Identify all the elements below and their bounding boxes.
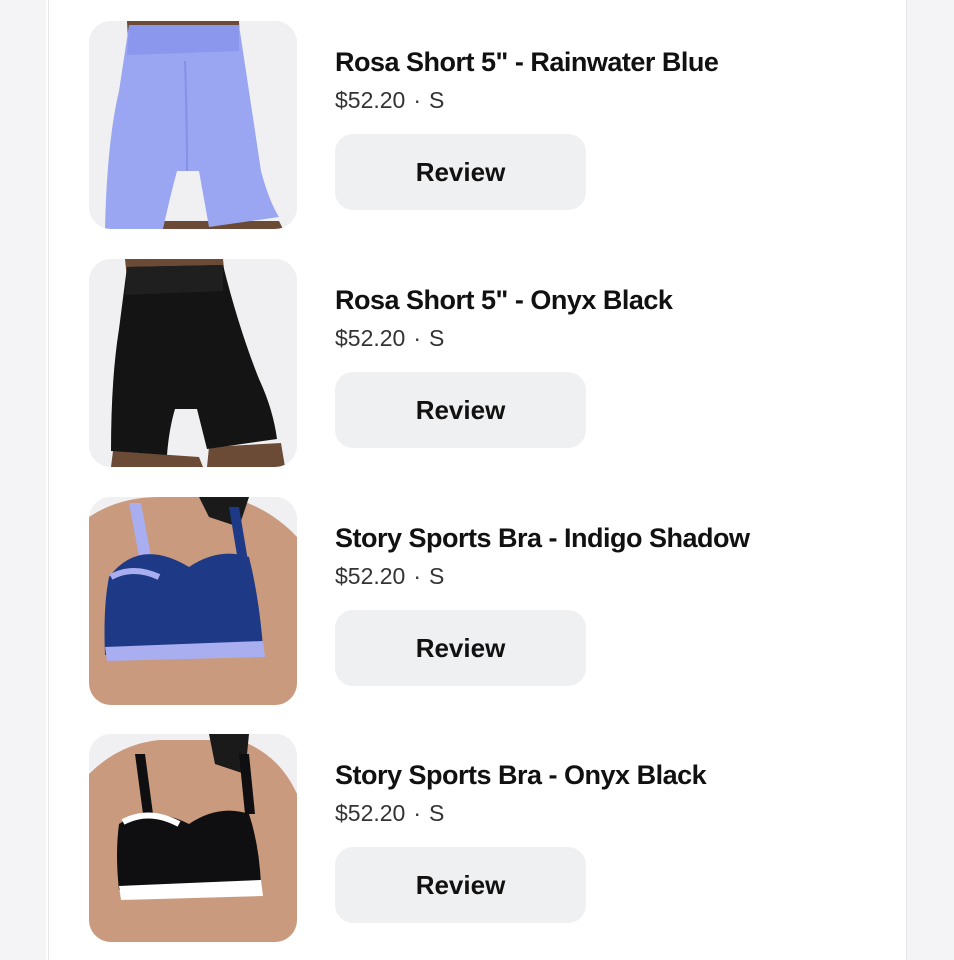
product-photo-shorts-black [89,259,297,467]
product-photo-bra-indigo [89,497,297,705]
meta-separator: · [413,87,422,113]
product-image[interactable] [89,21,297,229]
product-price: $52.20 [335,325,406,351]
product-image[interactable] [89,734,297,942]
list-item: Story Sports Bra - Indigo Shadow $52.20 ·… [49,497,906,709]
product-image[interactable] [89,497,297,705]
product-price: $52.20 [335,563,406,589]
list-item: Rosa Short 5" - Rainwater Blue $52.20 · S … [49,21,906,233]
product-title[interactable]: Story Sports Bra - Indigo Shadow [335,523,750,554]
review-button[interactable]: Review [335,847,586,923]
page: Rosa Short 5" - Rainwater Blue $52.20 · S … [0,0,954,960]
product-title[interactable]: Rosa Short 5" - Onyx Black [335,285,673,316]
review-button[interactable]: Review [335,134,586,210]
meta-separator: · [413,563,422,589]
product-price: $52.20 [335,800,406,826]
product-title[interactable]: Story Sports Bra - Onyx Black [335,760,707,791]
review-button[interactable]: Review [335,372,586,448]
product-photo-bra-black [89,734,297,942]
meta-separator: · [413,325,422,351]
order-items-card: Rosa Short 5" - Rainwater Blue $52.20 · S … [48,0,907,960]
product-price: $52.20 [335,87,406,113]
product-meta: $52.20 · S [335,87,444,114]
product-image[interactable] [89,259,297,467]
product-size: S [429,563,445,589]
product-size: S [429,800,445,826]
product-meta: $52.20 · S [335,800,444,827]
product-photo-shorts-blue [89,21,297,229]
product-meta: $52.20 · S [335,325,444,352]
product-size: S [429,87,445,113]
meta-separator: · [413,800,422,826]
list-item: Rosa Short 5" - Onyx Black $52.20 · S Revi… [49,259,906,471]
list-item: Story Sports Bra - Onyx Black $52.20 · S R… [49,734,906,946]
product-meta: $52.20 · S [335,563,444,590]
product-size: S [429,325,445,351]
product-title[interactable]: Rosa Short 5" - Rainwater Blue [335,47,719,78]
review-button[interactable]: Review [335,610,586,686]
